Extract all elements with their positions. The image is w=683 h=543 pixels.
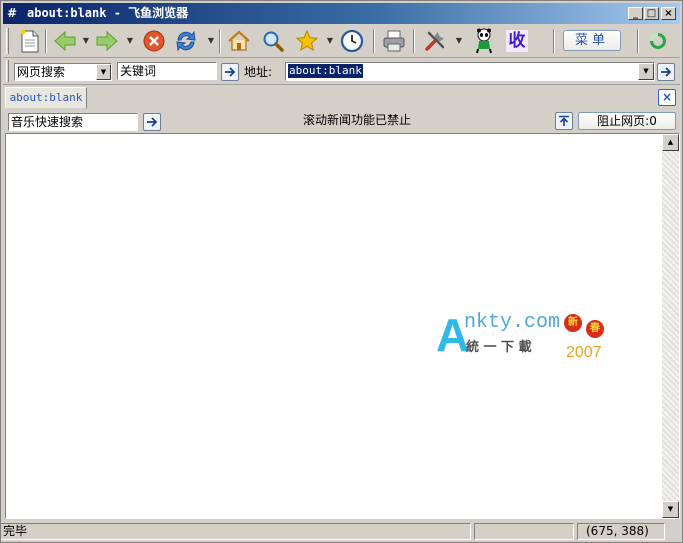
music-search-input[interactable]: 音乐快速搜索 [8,113,138,131]
scroll-down-button[interactable]: ▼ [662,501,679,518]
watermark-logo: A nkty.com 統 一 下 載 2007 新 春 [436,312,611,364]
new-page-button[interactable] [15,27,43,55]
title-bar[interactable]: # about:blank - 飞鱼浏览器 _ □ × [3,3,680,24]
home-icon [228,30,250,51]
search-button[interactable] [259,27,287,55]
toolbar-separator [373,29,375,53]
collect-icon: 收 [506,30,528,52]
close-tab-button[interactable]: × [658,89,676,106]
history-clock-icon [340,29,364,53]
toolbar-separator [219,29,221,53]
search-engine-select[interactable]: 网页搜索 ▼ [14,63,112,81]
toolbar-separator [553,29,555,53]
browser-window: # about:blank - 飞鱼浏览器 _ □ × ▼ ▼ ▼ ▼ ▼ 收 … [0,0,683,543]
address-toolbar: 网页搜索 ▼ 关键词 地址: about:blank ▼ [3,59,680,85]
watermark-brand: nkty.com [464,311,561,334]
new-page-icon [20,29,39,53]
refresh-button[interactable] [172,27,200,55]
toolbar-grip[interactable] [6,60,9,82]
mouse-coords: (675, 388) [577,523,665,540]
refresh-dropdown-icon[interactable]: ▼ [207,37,215,45]
block-popup-button[interactable]: 阻止网页:0 [578,112,676,130]
favorites-button[interactable] [293,27,321,55]
close-icon: × [661,90,673,104]
search-icon [263,31,284,52]
resize-grip[interactable] [667,523,681,540]
panda-icon [476,28,492,54]
lantern-icon: 新 [564,314,582,332]
window-title: about:blank - 飞鱼浏览器 [27,6,189,20]
scroll-top-button[interactable] [555,112,573,130]
vertical-scrollbar[interactable]: ▲ ▼ [662,134,679,518]
arrow-right-icon [147,117,158,127]
back-dropdown-icon[interactable]: ▼ [82,37,90,45]
toolbar-separator [45,29,47,53]
loading-indicator [644,27,672,55]
forward-dropdown-icon[interactable]: ▼ [126,37,134,45]
chevron-down-icon: ▼ [667,505,674,513]
history-button[interactable] [338,27,366,55]
favorites-star-icon [295,29,319,52]
search-engine-value: 网页搜索 [17,65,66,79]
tools-icon [425,31,445,51]
toolbar-separator [413,29,415,53]
collect-button[interactable]: 收 [503,27,531,55]
page-content[interactable]: A nkty.com 統 一 下 載 2007 新 春 ▲ ▼ [5,133,680,519]
news-marquee-status: 滚动新闻功能已禁止 [303,113,412,127]
chevron-down-icon[interactable]: ▼ [638,63,654,80]
print-icon [383,30,405,52]
arrow-right-icon [225,67,236,77]
toolbar-grip[interactable] [6,28,9,54]
watermark-year: 2007 [566,344,602,361]
search-go-button[interactable] [221,63,239,81]
tools-button[interactable] [421,27,449,55]
refresh-icon [176,30,196,52]
forward-arrow-icon [96,30,118,52]
favorites-dropdown-icon[interactable]: ▼ [326,37,334,45]
tab-strip: about:blank × [3,86,680,110]
info-row: 音乐快速搜索 滚动新闻功能已禁止 阻止网页:0 [3,111,680,133]
arrow-right-icon [661,67,672,77]
back-button[interactable] [51,27,79,55]
stop-button[interactable] [140,27,168,55]
scroll-up-button[interactable]: ▲ [662,134,679,151]
address-go-button[interactable] [657,63,675,81]
address-input[interactable]: about:blank ▼ [285,62,655,81]
main-toolbar: ▼ ▼ ▼ ▼ ▼ 收 菜单 [3,25,680,58]
status-text: 完毕 [1,523,471,540]
arrow-up-to-top-icon [559,115,569,126]
maximize-button[interactable]: □ [644,7,659,20]
back-arrow-icon [54,30,76,52]
minimize-button[interactable]: _ [628,7,643,20]
address-label: 地址: [244,65,273,79]
panda-button[interactable] [470,27,498,55]
tab-about-blank[interactable]: about:blank [5,87,87,109]
menu-button[interactable]: 菜单 [563,30,621,51]
close-button[interactable]: × [661,7,676,20]
print-button[interactable] [380,27,408,55]
address-url[interactable]: about:blank [288,64,363,78]
chevron-up-icon: ▲ [667,138,674,146]
app-icon: # [7,6,18,20]
status-middle-pane [474,523,574,540]
lantern-icon: 春 [586,320,604,338]
watermark-subtitle: 統 一 下 載 [466,340,532,355]
forward-button[interactable] [93,27,121,55]
loading-spinner-icon [650,33,666,49]
status-bar: 完毕 (675, 388) [1,521,682,542]
stop-icon [143,30,165,52]
toolbar-separator [637,29,639,53]
tools-dropdown-icon[interactable]: ▼ [455,37,463,45]
music-search-go-button[interactable] [143,113,161,131]
chevron-down-icon[interactable]: ▼ [96,64,111,80]
home-button[interactable] [225,27,253,55]
keyword-input[interactable]: 关键词 [117,62,217,80]
